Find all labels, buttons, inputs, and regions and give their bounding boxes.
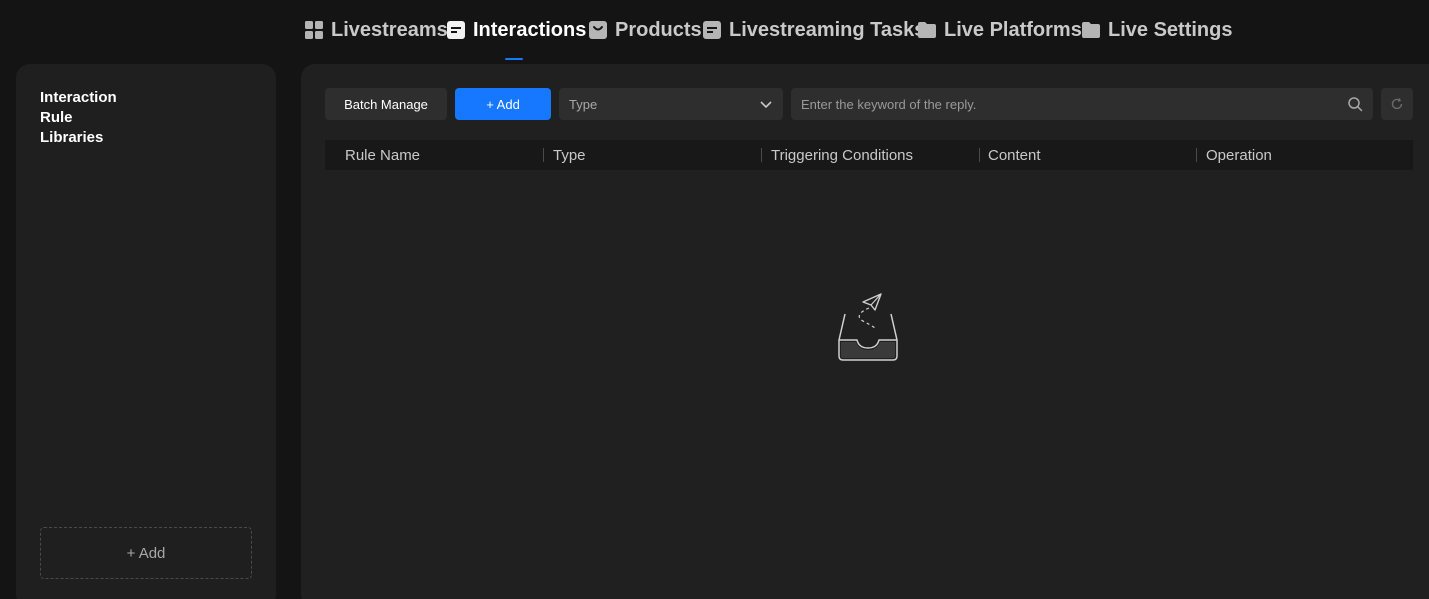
batch-manage-button[interactable]: Batch Manage [325, 88, 447, 120]
refresh-button[interactable] [1381, 88, 1413, 120]
column-divider [761, 148, 762, 162]
search-icon[interactable] [1347, 96, 1363, 112]
column-header-content: Content [988, 146, 1041, 164]
grid-icon [305, 21, 323, 39]
library-title[interactable]: Interaction Rule Libraries [40, 88, 130, 148]
folder-icon [1082, 22, 1100, 38]
column-divider [1196, 148, 1197, 162]
active-tab-indicator [505, 58, 523, 60]
tab-label: Livestreaming Tasks [729, 18, 926, 41]
column-header-triggering-conditions: Triggering Conditions [771, 146, 914, 164]
folder-icon [918, 22, 936, 38]
tab-label: Live Platforms [944, 18, 1082, 41]
refresh-icon [1391, 98, 1403, 110]
tab-interactions[interactable]: Interactions [447, 14, 586, 46]
column-header-rule-name: Rule Name [345, 146, 421, 164]
tab-label: Livestreams [331, 18, 448, 41]
type-select-placeholder: Type [569, 96, 598, 112]
search-box [791, 88, 1373, 120]
table-header: Rule Name Type Triggering Conditions Con… [325, 140, 1413, 170]
empty-inbox-icon [838, 293, 898, 361]
document-icon [703, 21, 721, 39]
tab-livestreaming-tasks[interactable]: Livestreaming Tasks [703, 14, 925, 46]
main-panel: Batch Manage + Add Type Rule Name Type T… [301, 64, 1429, 599]
tab-products[interactable]: Products [589, 14, 702, 46]
column-header-operation: Operation [1206, 146, 1272, 164]
tab-label: Interactions [473, 18, 587, 41]
rule-library-panel: Interaction Rule Libraries + Add [16, 64, 276, 599]
add-library-button[interactable]: + Add [40, 527, 252, 579]
tab-live-platforms[interactable]: Live Platforms [918, 14, 1082, 46]
column-header-type: Type [553, 146, 586, 164]
column-divider [979, 148, 980, 162]
shopping-bag-icon [589, 21, 607, 39]
type-select[interactable]: Type [559, 88, 783, 120]
add-rule-button[interactable]: + Add [455, 88, 551, 120]
tab-label: Live Settings [1108, 18, 1233, 41]
chevron-down-icon [760, 101, 772, 109]
tab-label: Products [615, 18, 702, 41]
top-nav: Livestreams Interactions Products Livest… [0, 0, 1429, 60]
document-icon [447, 21, 465, 39]
column-divider [543, 148, 544, 162]
tab-livestreams[interactable]: Livestreams [305, 14, 448, 46]
tab-live-settings[interactable]: Live Settings [1082, 14, 1232, 46]
search-input[interactable] [791, 88, 1373, 120]
